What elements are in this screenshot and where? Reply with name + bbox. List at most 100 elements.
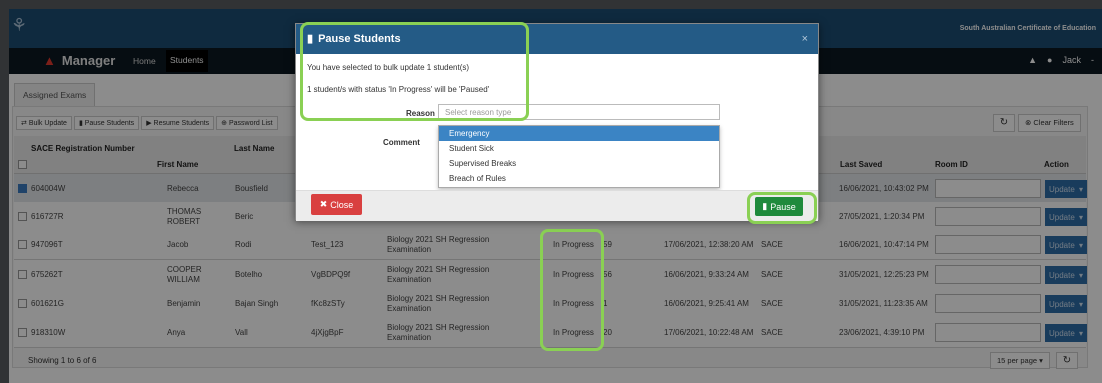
cell-last-saved: 27/05/2021, 1:20:34 PM xyxy=(839,212,925,221)
update-button-label: Update xyxy=(1049,299,1075,309)
select-all-checkbox[interactable] xyxy=(18,160,27,169)
chevron-down-icon[interactable]: ▾ xyxy=(1079,241,1083,250)
user-icon[interactable]: ● xyxy=(1047,55,1052,65)
room-id-input[interactable] xyxy=(935,179,1041,198)
org-name: South Australian Certificate of Educatio… xyxy=(959,25,1096,32)
cell-started: 17/06/2021, 12:38:20 AM xyxy=(664,240,754,249)
cell-registration: 616727R xyxy=(31,212,64,221)
chevron-down-icon[interactable]: ▾ xyxy=(1079,185,1083,194)
pause-students-label: Pause Students xyxy=(84,120,135,127)
chevron-down-icon[interactable]: ▾ xyxy=(1079,329,1083,338)
cell-first-name: COOPER WILLIAM xyxy=(167,265,202,284)
refresh-icon[interactable]: ↻ xyxy=(993,114,1015,132)
update-button-label: Update xyxy=(1049,184,1075,194)
col-first-name[interactable]: First Name xyxy=(157,160,198,169)
cell-registration: 601621G xyxy=(31,299,64,308)
reason-option[interactable]: Supervised Breaks xyxy=(439,156,719,171)
sace-logo-icon: ⚘ xyxy=(11,15,28,35)
update-button[interactable]: Update ▾ xyxy=(1045,324,1087,342)
row-checkbox[interactable] xyxy=(18,184,27,193)
user-name[interactable]: Jack xyxy=(1062,55,1081,65)
update-button[interactable]: Update ▾ xyxy=(1045,266,1087,284)
cell-first-name: Jacob xyxy=(167,240,189,249)
cell-last-saved: 31/05/2021, 12:25:23 PM xyxy=(839,270,929,279)
cell-started: 17/06/2021, 10:22:48 AM xyxy=(664,328,754,337)
table-summary: Showing 1 to 6 of 6 xyxy=(28,356,97,365)
col-sace-reg[interactable]: SACE Registration Number xyxy=(31,144,135,153)
password-list-label: Password List xyxy=(228,120,273,127)
room-id-input[interactable] xyxy=(935,265,1041,284)
cell-last-saved: 16/06/2021, 10:47:14 PM xyxy=(839,240,929,249)
update-button[interactable]: Update ▾ xyxy=(1045,180,1087,198)
nav-students[interactable]: Students xyxy=(166,50,208,72)
col-room-id[interactable]: Room ID xyxy=(935,160,968,169)
cell-last-name: Vall xyxy=(235,328,248,337)
nav-user-area: ▲ ● Jack - xyxy=(1028,55,1094,65)
tab-assigned-exams[interactable]: Assigned Exams xyxy=(14,83,96,106)
pause-students-button[interactable]: ▮ Pause Students xyxy=(73,116,140,130)
chevron-down-icon[interactable]: ▾ xyxy=(1079,213,1083,222)
toolbar: ⇄ Bulk Update ▮ Pause Students ▶ Resume … xyxy=(16,116,278,130)
cell-exam: Biology 2021 SH Regression Examination xyxy=(387,323,490,342)
cell-first-name: Benjamin xyxy=(167,299,201,308)
room-id-input[interactable] xyxy=(935,207,1041,226)
cell-organisation: SACE xyxy=(761,299,783,308)
room-id-input[interactable] xyxy=(935,235,1041,254)
nav-home[interactable]: Home xyxy=(133,56,156,66)
close-icon[interactable]: × xyxy=(802,33,808,45)
cell-last-saved: 31/05/2021, 11:23:35 AM xyxy=(839,299,928,308)
update-button-label: Update xyxy=(1049,212,1075,222)
cell-exam: Biology 2021 SH Regression Examination xyxy=(387,235,490,254)
room-id-input[interactable] xyxy=(935,294,1041,313)
cell-last-saved: 23/06/2021, 4:39:10 PM xyxy=(839,328,925,337)
cell-last-saved: 16/06/2021, 10:43:02 PM xyxy=(839,184,929,193)
update-button[interactable]: Update ▾ xyxy=(1045,236,1087,254)
chevron-down-icon[interactable]: ▾ xyxy=(1079,271,1083,280)
reason-option[interactable]: Breach of Rules xyxy=(439,171,719,186)
cell-registration: 675262T xyxy=(31,270,63,279)
cell-last-name: Botelho xyxy=(235,270,263,279)
close-button[interactable]: ✖ Close xyxy=(311,194,362,215)
clear-filters-button[interactable]: ⊗ Clear Filters xyxy=(1018,114,1081,132)
reason-option[interactable]: Student Sick xyxy=(439,141,719,156)
cell-organisation: SACE xyxy=(761,328,783,337)
password-list-button[interactable]: ⊕ Password List xyxy=(216,116,278,130)
bell-icon[interactable]: ▲ xyxy=(1028,55,1037,65)
room-id-input[interactable] xyxy=(935,323,1041,342)
update-button[interactable]: Update ▾ xyxy=(1045,208,1087,226)
bulk-update-button[interactable]: ⇄ Bulk Update xyxy=(16,116,72,130)
user-menu-caret[interactable]: - xyxy=(1091,55,1094,65)
dialog-footer xyxy=(296,190,818,221)
cell-count: 56 xyxy=(603,270,612,279)
cell-count: 59 xyxy=(603,240,612,249)
row-checkbox[interactable] xyxy=(18,328,27,337)
cell-exam: Biology 2021 SH Regression Examination xyxy=(387,265,490,284)
cell-exam: Biology 2021 SH Regression Examination xyxy=(387,294,490,313)
update-button[interactable]: Update ▾ xyxy=(1045,295,1087,313)
reason-dropdown: Emergency Student Sick Supervised Breaks Br… xyxy=(438,125,720,188)
col-last-saved[interactable]: Last Saved xyxy=(840,160,882,169)
cell-organisation: SACE xyxy=(761,270,783,279)
row-checkbox[interactable] xyxy=(18,212,27,221)
refresh-icon[interactable]: ↻ xyxy=(1056,352,1078,369)
resume-students-button[interactable]: ▶ Resume Students xyxy=(141,116,215,130)
col-last-name[interactable]: Last Name xyxy=(234,144,274,153)
pause-button-highlight xyxy=(747,192,817,224)
cell-first-name: THOMAS ROBERT xyxy=(167,207,202,226)
brand[interactable]: ▲ Manager xyxy=(43,53,115,68)
comment-label: Comment xyxy=(383,138,420,147)
cell-count: 1 xyxy=(603,299,608,308)
cell-organisation: SACE xyxy=(761,240,783,249)
chevron-down-icon[interactable]: ▾ xyxy=(1079,300,1083,309)
row-checkbox[interactable] xyxy=(18,299,27,308)
brand-label: Manager xyxy=(61,53,116,68)
warning-triangle-icon: ▲ xyxy=(43,53,56,68)
col-action[interactable]: Action xyxy=(1044,160,1069,169)
row-checkbox[interactable] xyxy=(18,240,27,249)
cell-registration: 947096T xyxy=(31,240,63,249)
row-checkbox[interactable] xyxy=(18,270,27,279)
per-page-select[interactable]: 15 per page ▾ xyxy=(990,352,1050,369)
cell-started: 16/06/2021, 9:25:41 AM xyxy=(664,299,749,308)
cell-password: fKc8zSTy xyxy=(311,299,345,308)
reason-option[interactable]: Emergency xyxy=(439,126,719,141)
